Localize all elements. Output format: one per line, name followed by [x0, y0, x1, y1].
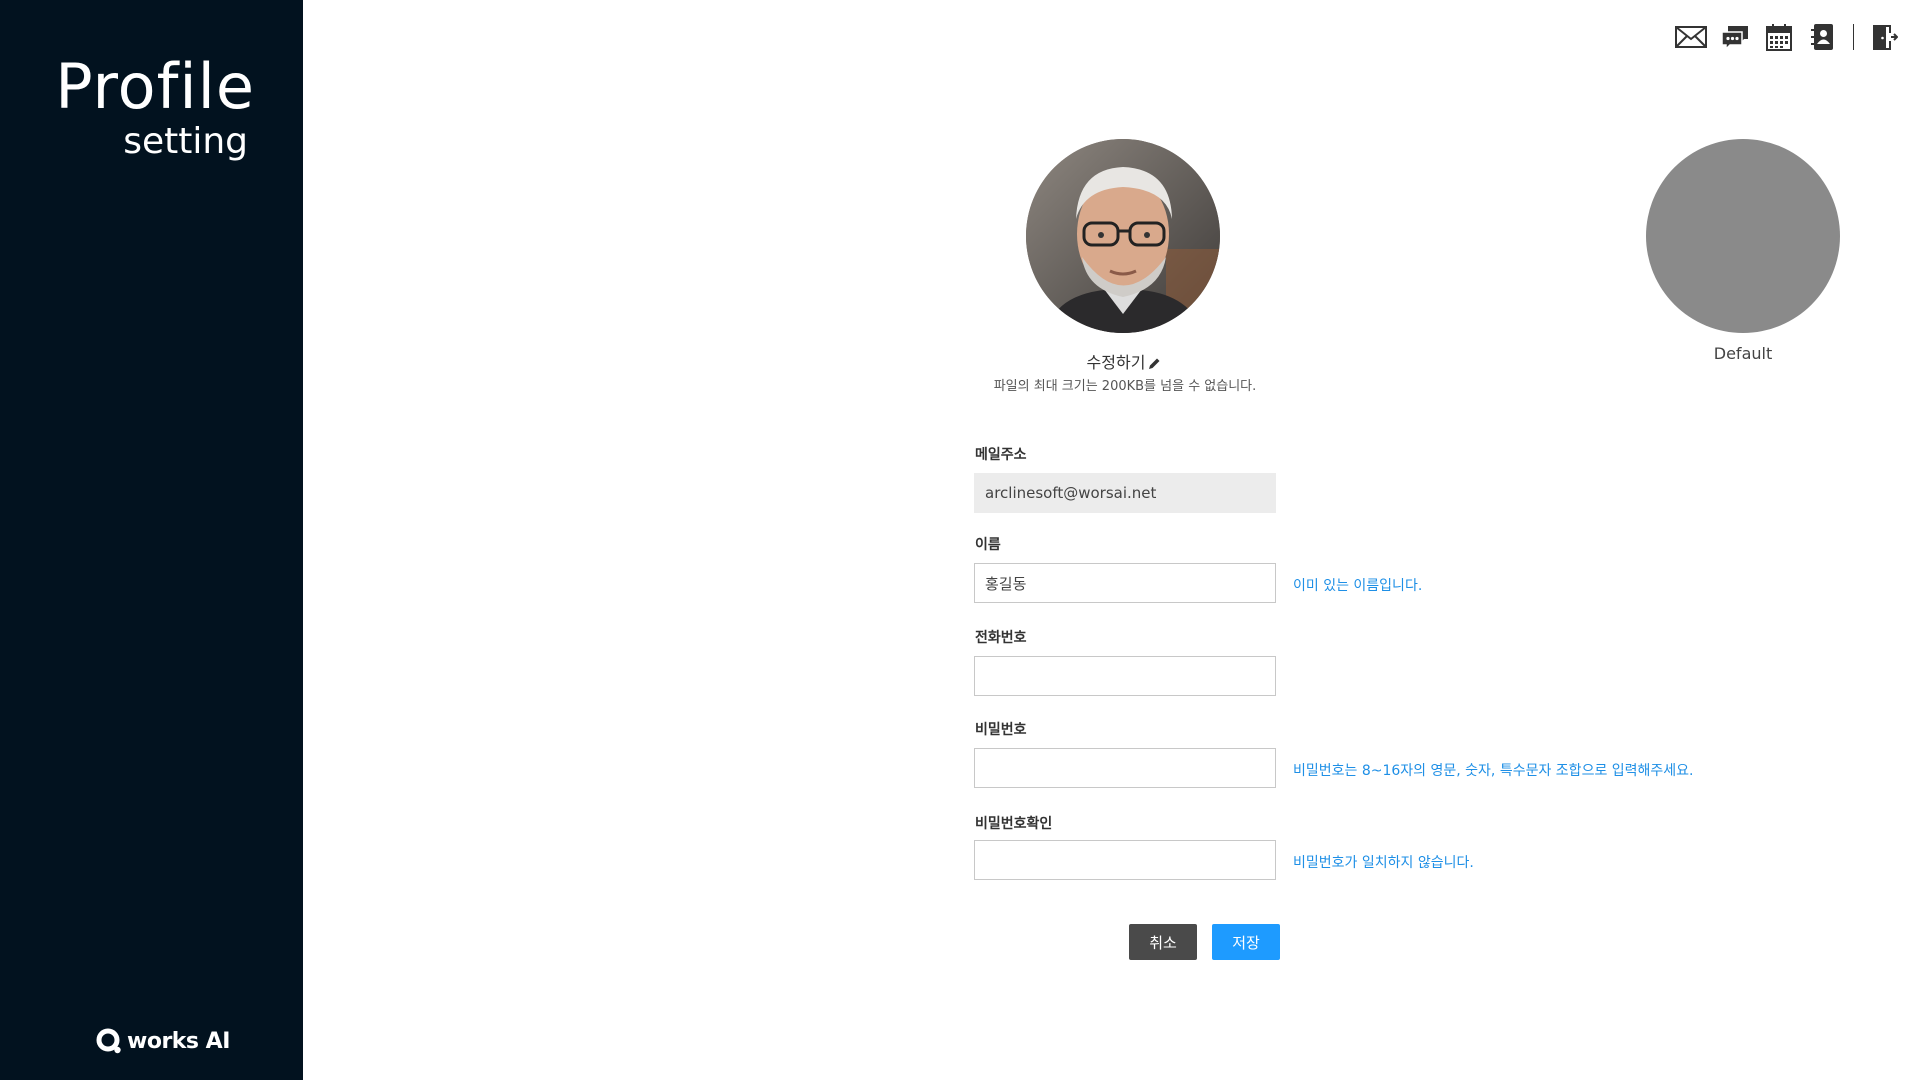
password-confirm-field[interactable] [974, 840, 1276, 880]
chat-icon[interactable] [1719, 22, 1751, 52]
profile-photo-image [1026, 139, 1220, 333]
phone-field[interactable] [974, 656, 1276, 696]
password-confirm-hint: 비밀번호가 일치하지 않습니다. [1293, 855, 1474, 871]
sidebar: Profile setting works AI [0, 0, 303, 1080]
mail-icon[interactable] [1675, 22, 1707, 52]
brand-logo: works AI [95, 1024, 230, 1058]
default-avatar[interactable] [1646, 139, 1840, 333]
password-label: 비밀번호 [975, 722, 1027, 738]
email-field[interactable] [974, 473, 1276, 513]
profile-photo[interactable] [1026, 139, 1220, 333]
name-hint: 이미 있는 이름입니다. [1293, 578, 1423, 594]
logo-text: works AI [127, 1028, 230, 1054]
pencil-icon [1149, 358, 1160, 369]
edit-photo-link[interactable]: 수정하기 [1024, 349, 1224, 373]
cancel-button[interactable]: 취소 [1129, 924, 1197, 960]
edit-photo-label: 수정하기 [1086, 353, 1146, 372]
file-size-hint: 파일의 최대 크기는 200KB를 넘을 수 없습니다. [993, 379, 1257, 394]
page-subtitle: setting [123, 121, 248, 162]
password-hint: 비밀번호는 8~16자의 영문, 숫자, 특수문자 조합으로 입력해주세요. [1293, 763, 1694, 779]
password-field[interactable] [974, 748, 1276, 788]
logout-icon[interactable] [1868, 22, 1900, 52]
email-label: 메일주소 [975, 447, 1027, 463]
top-toolbar [1663, 22, 1900, 52]
contacts-icon[interactable] [1807, 22, 1839, 52]
save-button[interactable]: 저장 [1212, 924, 1280, 960]
calendar-icon[interactable] [1763, 22, 1795, 52]
page-title: Profile [55, 50, 255, 123]
default-avatar-label: Default [1713, 344, 1773, 363]
toolbar-divider [1853, 24, 1854, 50]
name-field[interactable] [974, 563, 1276, 603]
password-confirm-label: 비밀번호확인 [975, 816, 1053, 832]
name-label: 이름 [975, 537, 1001, 553]
phone-label: 전화번호 [975, 630, 1027, 646]
logo-mark-icon [96, 1028, 121, 1054]
